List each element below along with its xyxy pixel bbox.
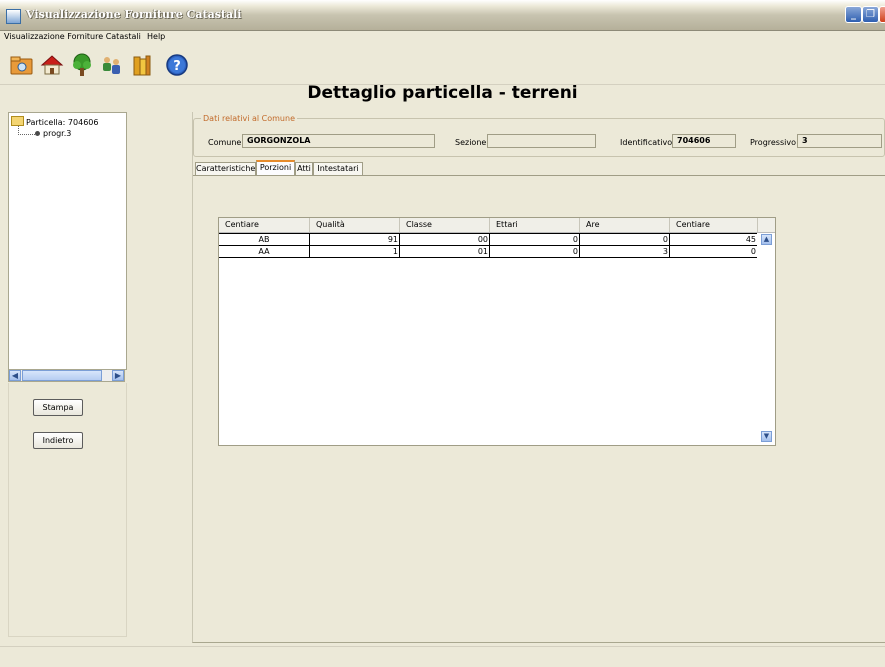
table-cell: 3 [580,246,670,257]
tab-caratteristiche[interactable]: Caratteristiche [195,162,256,175]
tab-intestatari[interactable]: Intestatari [313,162,363,175]
table-header: Centiare Qualità Classe Ettari Are Centi… [219,218,775,233]
tree-connector [18,126,35,135]
scroll-right-icon[interactable]: ▶ [112,370,124,381]
menu-visualizzazione[interactable]: Visualizzazione Forniture Catastali [4,32,141,41]
menu-help[interactable]: Help [147,32,165,41]
stampa-button[interactable]: Stampa [33,399,83,416]
tree-horizontal-scrollbar[interactable]: ◀ ▶ [8,369,125,382]
comune-field[interactable]: GORGONZOLA [242,134,435,148]
porzioni-tab-body: Centiare Qualità Classe Ettari Are Centi… [193,175,885,643]
sezione-label: Sezione [455,138,487,147]
column-header[interactable]: Are [580,218,670,232]
content-panel: Dati relativi al Comune Comune GORGONZOL… [192,112,885,643]
column-header[interactable]: Qualità [310,218,400,232]
table-cell: 0 [490,246,580,257]
close-button[interactable] [879,6,885,23]
scroll-up-icon[interactable]: ▲ [761,234,772,245]
table-cell: 1 [310,246,400,257]
house-icon[interactable] [40,53,64,77]
svg-text:?: ? [173,59,181,74]
table-cell: 01 [400,246,490,257]
table-cell: 91 [310,234,400,245]
table-row[interactable]: AA 1 01 0 3 0 [219,246,757,258]
menu-bar: Visualizzazione Forniture Catastali Help [0,31,885,44]
table-cell: AA [219,246,310,257]
restore-button[interactable]: ❐ [862,6,879,23]
books-icon[interactable] [130,53,154,77]
tree-icon[interactable] [70,53,94,77]
scroll-left-icon[interactable]: ◀ [9,370,21,381]
scroll-down-icon[interactable]: ▼ [761,431,772,442]
identificativo-field[interactable]: 704606 [672,134,736,148]
left-button-panel: Stampa Indietro [8,383,127,637]
page-title: Dettaglio particella - terreni [307,83,578,103]
column-header[interactable]: Classe [400,218,490,232]
window-title: Visualizzazione Forniture Catastali [26,8,242,21]
identificativo-label: Identificativo [620,138,673,147]
sezione-field[interactable] [487,134,596,148]
table-cell: 0 [490,234,580,245]
tree-panel: Particella: 704606 progr.3 [8,112,127,370]
comune-group: Dati relativi al Comune Comune GORGONZOL… [193,114,885,157]
progressivo-label: Progressivo [750,138,796,147]
table-cell: 0 [750,247,756,256]
progressivo-field[interactable]: 3 [797,134,882,148]
title-bar: Visualizzazione Forniture Catastali _ ❐ [0,0,885,31]
open-folder-icon[interactable] [10,53,34,77]
comune-group-legend: Dati relativi al Comune [201,114,297,123]
scroll-thumb[interactable] [22,370,102,381]
toolbar: ? [0,46,885,85]
column-header[interactable]: Ettari [490,218,580,232]
column-header[interactable]: Centiare [670,218,758,232]
tree-child-item[interactable]: progr.3 [43,129,71,138]
table-cell: 00 [400,234,490,245]
help-icon[interactable]: ? [165,53,189,77]
app-icon [6,9,21,24]
tree-root-label: Particella: 704606 [26,118,99,127]
leaf-node-icon [35,131,40,136]
status-bar [0,646,885,667]
tab-porzioni[interactable]: Porzioni [256,160,295,176]
comune-label: Comune [208,138,242,147]
folder-icon [11,116,24,126]
table-row[interactable]: AB 91 00 0 0 45 [219,233,757,246]
minimize-button[interactable]: _ [845,6,862,23]
people-icon[interactable] [100,53,124,77]
column-header[interactable]: Centiare [219,218,310,232]
table-cell: AB [219,234,310,245]
porzioni-table: Centiare Qualità Classe Ettari Are Centi… [218,217,776,446]
table-cell: 0 [580,234,670,245]
tab-atti[interactable]: Atti [295,162,313,175]
indietro-button[interactable]: Indietro [33,432,83,449]
table-cell: 45 [745,235,756,244]
